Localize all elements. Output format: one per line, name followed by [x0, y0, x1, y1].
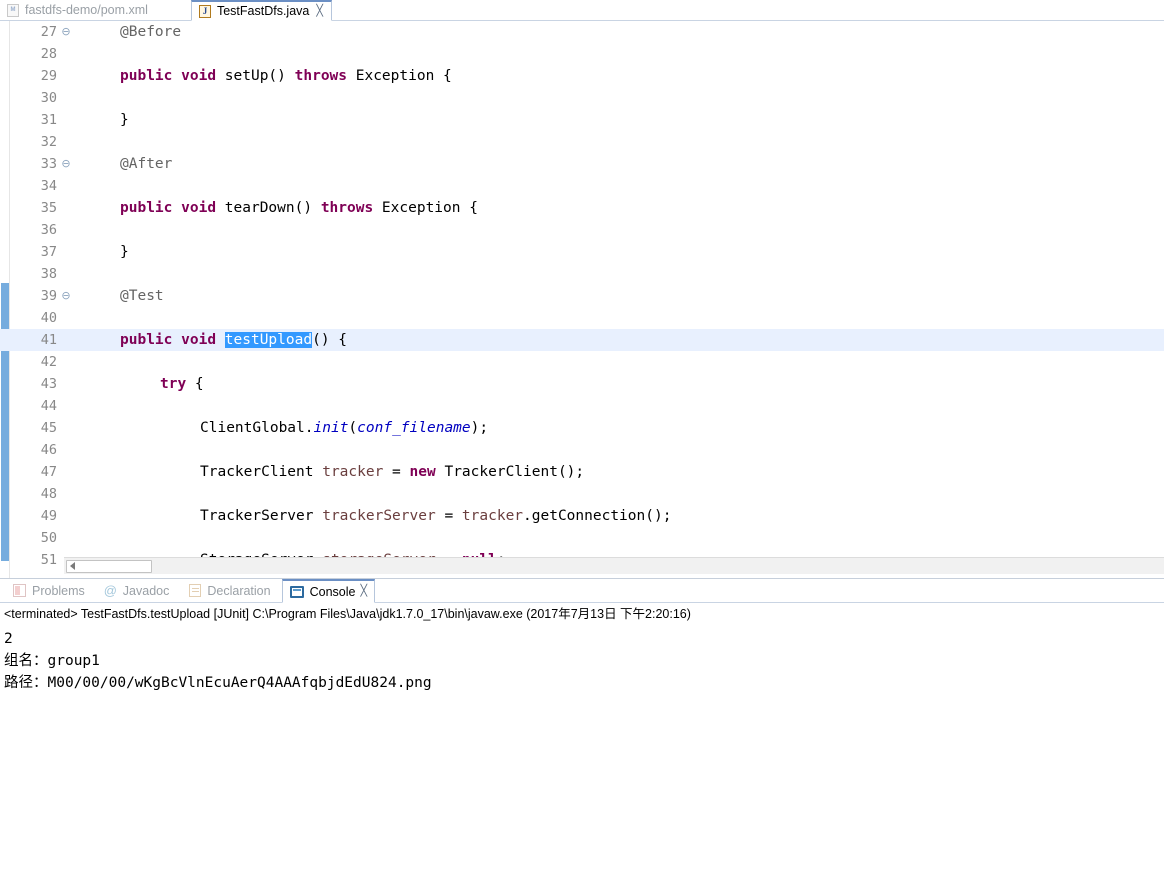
editor-tab-bar: M fastdfs-demo/pom.xml J TestFastDfs.jav… [0, 0, 1164, 21]
code-text: TrackerClient tracker = new TrackerClien… [200, 464, 585, 480]
code-fold-toggle-icon[interactable]: ⊖ [60, 153, 72, 175]
line-number: 40 [40, 310, 57, 326]
line-number: 38 [40, 266, 57, 282]
code-line[interactable]: 30 [0, 87, 1164, 109]
editor-tab-pom-xml[interactable]: M fastdfs-demo/pom.xml [0, 0, 156, 20]
code-line[interactable]: 28 [0, 43, 1164, 65]
line-number: 28 [40, 46, 57, 62]
editor-tab-testfastdfs-java[interactable]: J TestFastDfs.java ╳ [190, 0, 332, 21]
editor-tab-label: TestFastDfs.java [216, 4, 310, 18]
code-line[interactable]: 35 public void tearDown() throws Exceptio… [0, 197, 1164, 219]
view-tab-bar: Problems @ Javadoc Declaration Console ╳ [0, 579, 1164, 603]
line-number: 45 [40, 420, 57, 436]
code-text: public void setUp() throws Exception { [120, 68, 452, 84]
view-tab-label: Declaration [207, 583, 271, 598]
line-number: 37 [40, 244, 57, 260]
line-number: 39 [40, 288, 57, 304]
code-text: public void tearDown() throws Exception … [120, 200, 478, 216]
view-tab-label: Problems [32, 583, 85, 598]
declaration-icon [187, 583, 202, 598]
close-icon[interactable]: ╳ [360, 586, 367, 597]
code-text: } [120, 244, 129, 260]
problems-icon [12, 583, 27, 598]
code-fold-toggle-icon[interactable]: ⊖ [60, 285, 72, 307]
editor-tab-label: fastdfs-demo/pom.xml [25, 3, 148, 17]
code-line[interactable]: 36 [0, 219, 1164, 241]
code-line[interactable]: 50 [0, 527, 1164, 549]
tab-console[interactable]: Console ╳ [281, 579, 376, 603]
code-line[interactable]: 48 [0, 483, 1164, 505]
java-file-icon: J [198, 4, 212, 18]
line-number: 50 [40, 530, 57, 546]
console-output-line: 组名：group1 [4, 653, 100, 669]
tab-declaration[interactable]: Declaration [180, 580, 277, 602]
line-number: 49 [40, 508, 57, 524]
code-line[interactable]: 33 ⊖ @After [0, 153, 1164, 175]
line-number: 31 [40, 112, 57, 128]
line-number: 29 [40, 68, 57, 84]
code-text: @After [120, 156, 173, 172]
eclipse-ide-window: M fastdfs-demo/pom.xml J TestFastDfs.jav… [0, 0, 1164, 890]
code-text: try { [160, 376, 204, 392]
code-line[interactable]: 39 ⊖ @Test [0, 285, 1164, 307]
code-line[interactable]: 49 TrackerServer trackerServer = tracker.… [0, 505, 1164, 527]
line-number: 32 [40, 134, 57, 150]
code-content[interactable]: 27 ⊖ @Before 28 29 public void setUp() throws… [0, 21, 1164, 578]
code-line[interactable]: 40 [0, 307, 1164, 329]
console-output[interactable]: 2 组名：group1 路径：M00/00/00/wKgBcVlnEcuAerQ4A… [0, 625, 1164, 890]
console-output-line: 路径：M00/00/00/wKgBcVlnEcuAerQ4AAAfqbjdEdU… [4, 675, 432, 691]
scrollbar-thumb[interactable] [66, 560, 152, 573]
code-line[interactable]: 37} [0, 241, 1164, 263]
xml-file-icon: M [6, 3, 20, 17]
view-tab-label: Console [309, 584, 356, 599]
line-number: 42 [40, 354, 57, 370]
scroll-left-arrow-icon[interactable] [70, 562, 75, 570]
code-line[interactable]: 44 [0, 395, 1164, 417]
console-output-line: 2 [4, 631, 13, 647]
line-number: 41 [40, 332, 57, 348]
line-number: 43 [40, 376, 57, 392]
line-number: 48 [40, 486, 57, 502]
code-fold-toggle-icon[interactable]: ⊖ [60, 21, 72, 43]
code-line[interactable]: 47 TrackerClient tracker = new TrackerCli… [0, 461, 1164, 483]
code-line[interactable]: 41 public void testUpload() { [0, 329, 1164, 351]
line-number: 30 [40, 90, 57, 106]
code-text: @Before [120, 24, 182, 40]
code-line[interactable]: 29 public void setUp() throws Exception { [0, 65, 1164, 87]
code-text: } [120, 112, 129, 128]
bottom-view-stack: Problems @ Javadoc Declaration Console ╳… [0, 578, 1164, 890]
code-line[interactable]: 27 ⊖ @Before [0, 21, 1164, 43]
code-line[interactable]: 34 [0, 175, 1164, 197]
code-line[interactable]: 31} [0, 109, 1164, 131]
javadoc-at-icon: @ [103, 583, 117, 598]
tab-javadoc[interactable]: @ Javadoc [96, 580, 177, 602]
console-icon [290, 584, 305, 599]
code-line[interactable]: 38 [0, 263, 1164, 285]
line-number: 33 [40, 156, 57, 172]
line-number: 46 [40, 442, 57, 458]
tab-problems[interactable]: Problems [5, 580, 92, 602]
code-line[interactable]: 43 try { [0, 373, 1164, 395]
line-number: 36 [40, 222, 57, 238]
code-line[interactable]: 32 [0, 131, 1164, 153]
code-line[interactable]: 42 [0, 351, 1164, 373]
code-text: ClientGlobal.init(conf_filename); [200, 420, 489, 436]
code-text: @Test [120, 288, 164, 304]
code-text: TrackerServer trackerServer = tracker.ge… [200, 508, 672, 524]
line-number: 47 [40, 464, 57, 480]
line-number: 34 [40, 178, 57, 194]
close-icon[interactable]: ╳ [316, 5, 323, 17]
code-text: public void testUpload() { [120, 332, 348, 348]
code-line[interactable]: 46 [0, 439, 1164, 461]
line-number: 27 [40, 24, 57, 40]
line-number: 44 [40, 398, 57, 414]
editor-horizontal-scrollbar[interactable] [64, 557, 1164, 574]
code-line[interactable]: 45 ClientGlobal.init(conf_filename); [0, 417, 1164, 439]
console-process-header: <terminated> TestFastDfs.testUpload [JUn… [4, 607, 691, 621]
view-tab-label: Javadoc [122, 583, 170, 598]
line-number: 35 [40, 200, 57, 216]
java-editor[interactable]: 27 ⊖ @Before 28 29 public void setUp() throws… [0, 21, 1164, 578]
line-number: 51 [40, 552, 57, 568]
